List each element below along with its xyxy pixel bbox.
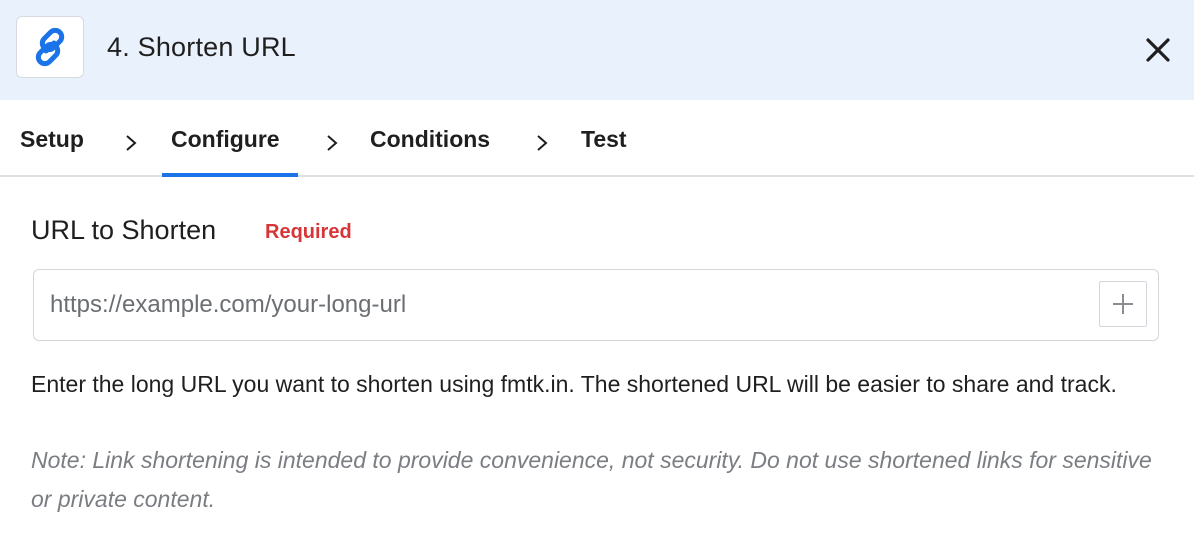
tab-setup[interactable]: Setup xyxy=(20,124,84,154)
close-button[interactable] xyxy=(1144,36,1172,64)
tab-conditions[interactable]: Conditions xyxy=(370,124,490,154)
active-tab-indicator xyxy=(162,173,298,177)
app-icon-box xyxy=(16,16,84,78)
field-note-text: Note: Link shortening is intended to pro… xyxy=(31,447,1152,512)
url-input[interactable] xyxy=(50,270,1090,339)
tab-test[interactable]: Test xyxy=(581,124,627,154)
chevron-right-icon xyxy=(327,135,338,151)
chevron-right-icon xyxy=(537,135,548,151)
url-field-label: URL to Shorten xyxy=(31,215,217,245)
chevron-right-icon xyxy=(126,135,137,151)
step-tabs: Setup Configure Conditions Test xyxy=(0,100,1194,177)
field-help-text: Enter the long URL you want to shorten u… xyxy=(31,371,1117,397)
insert-variable-button[interactable] xyxy=(1099,281,1147,327)
modal-header: 4. Shorten URL xyxy=(0,0,1194,100)
modal-title: 4. Shorten URL xyxy=(107,32,296,62)
url-input-container xyxy=(33,269,1159,341)
link-icon xyxy=(35,27,65,67)
close-icon xyxy=(1146,38,1170,62)
tab-configure[interactable]: Configure xyxy=(171,124,280,154)
required-badge: Required xyxy=(265,221,352,243)
plus-icon xyxy=(1113,294,1133,314)
